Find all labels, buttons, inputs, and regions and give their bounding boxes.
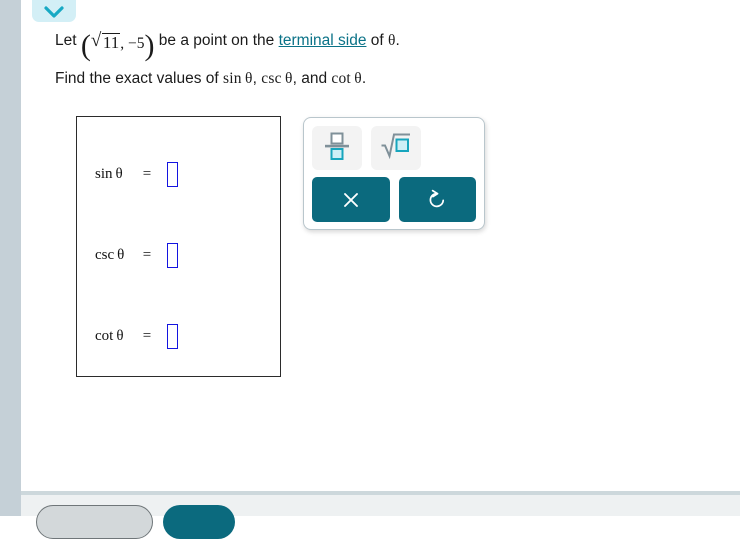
palette-action-row [312,177,476,222]
answer-label-cot: cot θ [95,327,124,344]
square-root-template-icon [380,131,412,165]
problem-statement-line-1: Let (√ 11, −5) be a point on the terminal… [55,29,400,62]
theta-cot: θ [354,70,362,87]
point-comma: , [120,35,125,52]
line1-period: . [395,32,400,49]
line2-period: . [361,70,367,87]
undo-reset-icon [426,189,448,211]
point-y-value: −5 [127,35,145,52]
line2-sep-2: , and [292,70,332,87]
fn-sin-label: sin [223,70,242,87]
answer-row-cot: cot θ = [77,321,280,351]
close-x-icon [341,190,361,210]
csc-theta-text: csc θ [261,70,292,87]
radical-sign: √ [90,30,102,51]
paren-open: ( [80,29,91,62]
sin-theta-text: sin θ [223,70,253,87]
line1-of-text: of [366,32,389,49]
line2-sep-1: , [252,70,262,87]
undo-button[interactable] [398,177,476,222]
palette-template-row [312,126,476,170]
find-values-text: Find the exact values of [55,70,224,87]
radicand: 11 [101,33,121,52]
equals-sign-csc: = [142,246,152,263]
footer-left-rail [0,491,21,516]
paren-close: ) [144,29,155,62]
footer-bar [21,491,740,539]
fn-cot-label: cot [331,70,351,87]
rail-gap [21,0,30,491]
theta-csc: θ [285,70,293,87]
clear-button[interactable] [312,177,390,222]
footer-primary-button[interactable] [163,505,235,539]
line1-middle-text: be a point on the [154,32,279,49]
left-rail [0,0,21,491]
fraction-button[interactable] [312,126,362,170]
answer-label-sin: sin θ [95,165,123,182]
answer-input-sin[interactable] [167,161,178,187]
answer-label-csc: csc θ [95,246,125,263]
footer-secondary-button[interactable] [36,505,153,539]
problem-screen: Let (√ 11, −5) be a point on the terminal… [0,0,740,539]
math-symbol-palette [303,117,485,230]
problem-content: Let (√ 11, −5) be a point on the terminal… [30,0,740,491]
answer-entry-box: sin θ = csc θ = cot θ = [76,116,281,377]
answer-input-cot[interactable] [167,323,178,349]
fraction-template-icon [323,130,351,166]
answer-row-csc: csc θ = [77,240,280,270]
point-expression: (√ 11, −5) [80,29,155,62]
terminal-side-link[interactable]: terminal side [279,32,367,49]
problem-statement-line-2: Find the exact values of sin θ, csc θ, a… [55,68,366,90]
answer-input-csc[interactable] [167,242,178,268]
answer-row-sin: sin θ = [77,159,280,189]
sqrt-11: √ 11 [90,30,121,54]
theta-sin: θ [245,70,253,87]
fn-csc-label: csc [261,70,282,87]
square-root-button[interactable] [371,126,421,170]
let-text: Let [55,32,81,49]
equals-sign-cot: = [142,327,152,344]
equals-sign-sin: = [142,165,152,182]
cot-theta-text: cot θ [331,70,361,87]
